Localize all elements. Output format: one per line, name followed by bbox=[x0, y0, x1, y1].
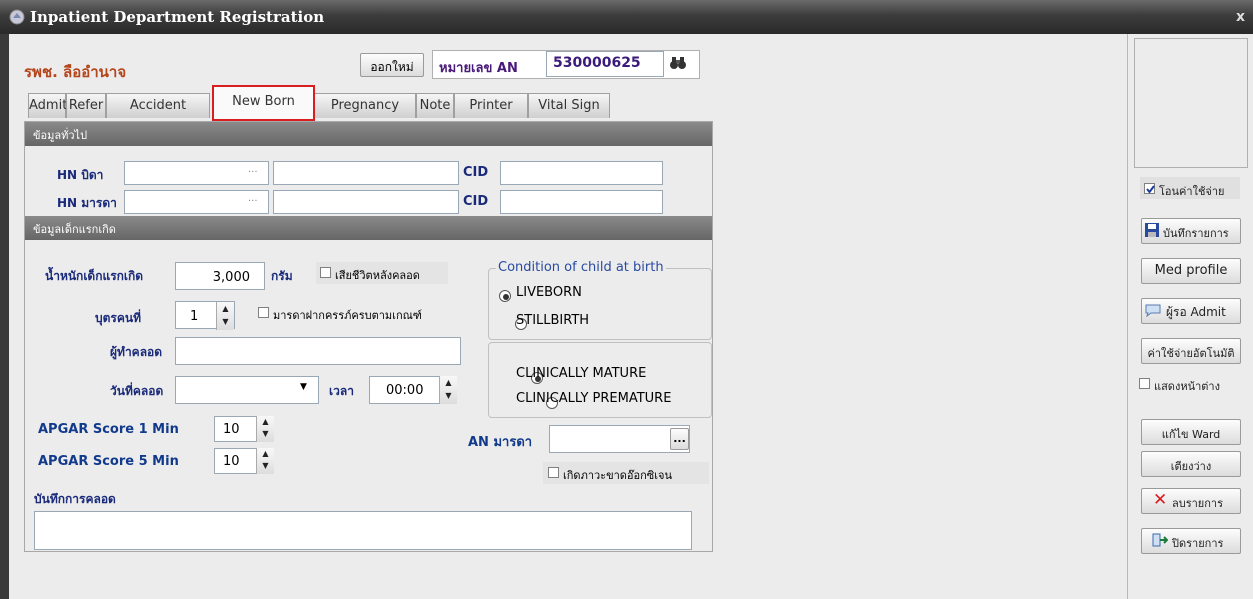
apgar1-label: APGAR Score 1 Min bbox=[38, 422, 179, 437]
close-record-label: ปิดรายการ bbox=[1172, 537, 1224, 550]
photo-box bbox=[1134, 38, 1248, 168]
died-after-birth-checkbox[interactable] bbox=[320, 267, 331, 278]
auto-expense-button[interactable]: ค่าใช้จ่ายอัตโนมัติ bbox=[1141, 338, 1241, 364]
liveborn-label: LIVEBORN bbox=[516, 285, 582, 300]
clinically-mature-label: CLINICALLY MATURE bbox=[516, 366, 647, 381]
med-profile-button[interactable]: Med profile bbox=[1141, 258, 1241, 284]
child-no-label: บุตรคนที่ bbox=[95, 311, 141, 325]
hn-father-label: HN บิดา bbox=[57, 168, 104, 182]
new-button[interactable]: ออกใหม่ bbox=[360, 53, 424, 77]
delete-icon: ✕ bbox=[1153, 490, 1168, 510]
liveborn-radio[interactable] bbox=[499, 289, 511, 302]
exit-icon bbox=[1152, 533, 1169, 550]
an-mother-input[interactable] bbox=[549, 425, 690, 453]
tab-admit[interactable]: Admit bbox=[28, 93, 67, 118]
chevron-down-icon[interactable]: ▼ bbox=[300, 382, 307, 392]
oxygen-label: เกิดภาวะขาดอ๊อกซิเจน bbox=[563, 469, 672, 482]
tab-accident[interactable]: Accident bbox=[106, 93, 210, 118]
died-after-birth-label: เสียชีวิตหลังคลอด bbox=[335, 269, 420, 282]
window-frame-left bbox=[0, 34, 9, 599]
binoculars-icon[interactable] bbox=[669, 55, 687, 74]
deliverer-input[interactable] bbox=[175, 337, 461, 365]
weight-unit: กรัม bbox=[271, 269, 293, 283]
condition-title: Condition of child at birth bbox=[496, 260, 666, 275]
app-icon bbox=[9, 9, 25, 25]
weight-label: น้ำหนักเด็กแรกเกิด bbox=[45, 269, 144, 283]
hn-mother-lookup[interactable]: ... bbox=[248, 193, 258, 204]
transfer-expense-label: โอนค่าใช้จ่าย bbox=[1159, 185, 1225, 198]
show-window-label: แสดงหน้าต่าง bbox=[1154, 380, 1220, 393]
an-mother-lookup-button[interactable]: ... bbox=[670, 428, 689, 450]
apgar5-stepper[interactable]: ▲ ▼ bbox=[256, 448, 274, 474]
tab-new-born[interactable]: New Born bbox=[212, 85, 315, 121]
newborn-section-header: ข้อมูลเด็กแรกเกิด bbox=[25, 216, 712, 240]
time-label: เวลา bbox=[329, 384, 354, 398]
floppy-icon bbox=[1145, 223, 1159, 240]
antenatal-label: มารดาฝากครรภ์ครบตามเกณฑ์ bbox=[273, 309, 422, 322]
an-mother-label: AN มารดา bbox=[468, 435, 533, 450]
hn-mother-label: HN มารดา bbox=[57, 196, 117, 210]
delivery-note-label: บันทึกการคลอด bbox=[34, 492, 116, 506]
stillbirth-label: STILLBIRTH bbox=[516, 313, 590, 328]
mother-name-input[interactable] bbox=[273, 190, 459, 214]
clinically-premature-label: CLINICALLY PREMATURE bbox=[516, 391, 672, 406]
date-label: วันที่คลอด bbox=[110, 384, 164, 398]
an-input[interactable]: 530000625 bbox=[546, 51, 664, 77]
an-label: หมายเลข AN bbox=[439, 61, 518, 76]
title-bar: Inpatient Department Registration x bbox=[0, 0, 1253, 34]
child-no-stepper[interactable]: ▲ ▼ bbox=[216, 302, 234, 330]
antenatal-checkbox[interactable] bbox=[258, 307, 269, 318]
tab-refer[interactable]: Refer bbox=[66, 93, 106, 118]
note-icon bbox=[1145, 303, 1161, 320]
mother-cid-label: CID bbox=[463, 194, 489, 209]
father-name-input[interactable] bbox=[273, 161, 459, 185]
edit-ward-button[interactable]: แก้ไข Ward bbox=[1141, 419, 1241, 445]
empty-bed-button[interactable]: เตียงว่าง bbox=[1141, 451, 1241, 477]
save-button-label: บันทึกรายการ bbox=[1163, 227, 1229, 240]
oxygen-checkbox[interactable] bbox=[548, 467, 559, 478]
date-select[interactable] bbox=[175, 376, 319, 404]
tab-vital-sign[interactable]: Vital Sign bbox=[528, 93, 610, 118]
apgar1-stepper[interactable]: ▲ ▼ bbox=[256, 416, 274, 442]
tab-note[interactable]: Note bbox=[416, 93, 454, 118]
transfer-expense-checkbox[interactable] bbox=[1144, 183, 1155, 194]
show-window-checkbox[interactable] bbox=[1139, 378, 1150, 389]
close-icon[interactable]: x bbox=[1236, 9, 1245, 25]
father-cid-label: CID bbox=[463, 165, 489, 180]
hn-father-lookup[interactable]: ... bbox=[248, 164, 258, 175]
time-stepper[interactable]: ▲ ▼ bbox=[439, 376, 457, 404]
hospital-name: รพช. ลืออำนาจ bbox=[24, 63, 127, 81]
delete-label: ลบรายการ bbox=[1172, 497, 1223, 510]
apgar5-label: APGAR Score 5 Min bbox=[38, 454, 179, 469]
tab-printer[interactable]: Printer bbox=[454, 93, 528, 118]
father-cid-input[interactable] bbox=[500, 161, 663, 185]
mother-cid-input[interactable] bbox=[500, 190, 663, 214]
general-section-header: ข้อมูลทั่วไป bbox=[25, 122, 712, 146]
weight-input[interactable]: 3,000 bbox=[175, 262, 265, 290]
deliverer-label: ผู้ทำคลอด bbox=[110, 345, 163, 359]
delivery-note-textarea[interactable] bbox=[34, 511, 692, 550]
window-title: Inpatient Department Registration bbox=[30, 8, 325, 26]
tab-pregnancy[interactable]: Pregnancy bbox=[314, 93, 416, 118]
wait-admit-label: ผู้รอ Admit bbox=[1166, 305, 1226, 319]
